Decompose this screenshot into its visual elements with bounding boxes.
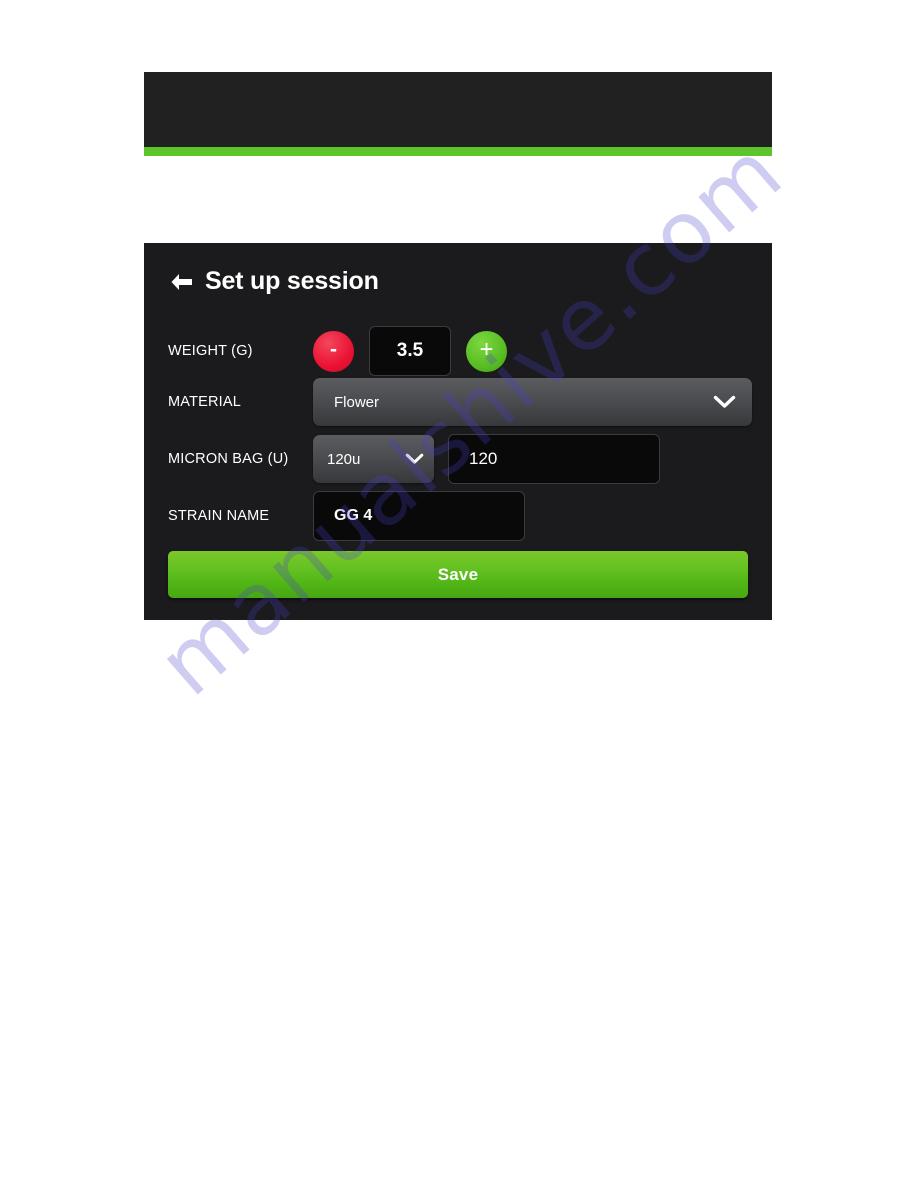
page-title-row: Set up session [168,269,379,294]
chevron-down-icon [405,453,424,465]
material-label: MATERIAL [168,394,242,410]
weight-row: WEIGHT (G) - 3.5 + [168,323,752,379]
micron-bag-input[interactable]: 120 [448,434,660,484]
micron-bag-selected-value: 120u [327,450,361,468]
material-row: MATERIAL Flower [168,374,752,430]
banner-accent-strip [144,147,772,156]
weight-label: WEIGHT (G) [168,343,253,359]
top-banner [144,72,772,147]
micron-bag-row: MICRON BAG (U) 120u 120 [168,431,752,487]
chevron-down-icon [713,395,736,409]
material-selected-value: Flower [334,393,380,411]
save-button[interactable]: Save [168,551,748,598]
micron-bag-label: MICRON BAG (U) [168,451,289,467]
micron-bag-dropdown[interactable]: 120u [313,435,434,483]
weight-decrement-button[interactable]: - [313,330,354,372]
set-up-session-card: Set up session WEIGHT (G) - 3.5 + MATERI… [144,243,772,620]
weight-increment-button[interactable]: + [466,330,507,372]
material-dropdown[interactable]: Flower [313,378,752,426]
back-arrow-icon[interactable] [168,271,194,293]
strain-name-label: STRAIN NAME [168,508,270,524]
weight-value-field[interactable]: 3.5 [369,326,451,376]
strain-name-input[interactable]: GG 4 [313,491,525,541]
page-title: Set up session [205,267,379,295]
weight-stepper: - 3.5 + [313,326,507,376]
strain-name-row: STRAIN NAME GG 4 [168,488,752,544]
